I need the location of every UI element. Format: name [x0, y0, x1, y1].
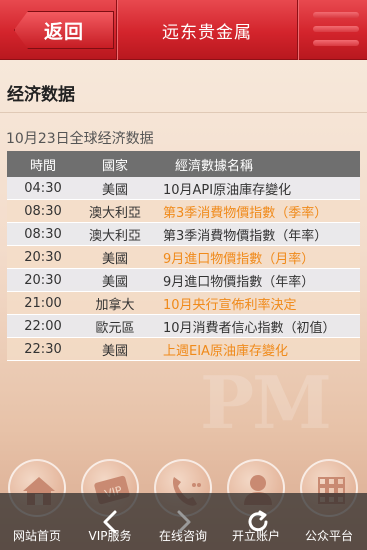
cell-country: 歐元區: [95, 320, 135, 336]
table-header: 時間 國家 經濟數據名稱: [7, 151, 360, 177]
table-row[interactable]: 21:00 加拿大 10月央行宣佈利率決定: [7, 292, 360, 315]
cell-time: 20:30: [24, 249, 62, 265]
menu-button[interactable]: [305, 8, 363, 52]
cell-time: 08:30: [24, 226, 62, 242]
cell-event: 上週EIA原油庫存變化: [163, 343, 288, 359]
page-title: 远东贵金属: [162, 22, 252, 43]
menu-bar: [313, 26, 359, 32]
economic-data-table: 時間 國家 經濟數據名稱 04:30 美國 10月API原油庫存變化 08:30 澳大利…: [7, 151, 360, 361]
refresh-icon[interactable]: [243, 507, 273, 537]
date-heading: 10月23日全球经济数据: [6, 131, 154, 147]
forward-arrow-icon[interactable]: [168, 507, 198, 537]
cell-time: 22:00: [24, 318, 62, 334]
cell-time: 22:30: [24, 341, 62, 357]
cell-event: 10月消費者信心指數（初值）: [163, 320, 336, 336]
cell-event: 10月API原油庫存變化: [163, 182, 292, 198]
table-row[interactable]: 04:30 美國 10月API原油庫存變化: [7, 177, 360, 200]
app-header: 返回 远东贵金属: [0, 0, 367, 60]
cell-country: 澳大利亞: [88, 228, 141, 244]
watermark-logo: PM: [200, 360, 332, 445]
cell-time: 20:30: [24, 272, 62, 288]
cell-country: 加拿大: [95, 297, 135, 313]
cell-event: 10月央行宣佈利率決定: [163, 297, 297, 313]
menu-bar: [313, 12, 359, 18]
cell-country: 美國: [101, 274, 128, 290]
cell-event: 9月進口物價指數（年率）: [163, 274, 315, 290]
nav-label: 网站首页: [12, 529, 61, 543]
header-event: 經濟數據名稱: [175, 158, 254, 174]
table-row[interactable]: 20:30 美國 9月進口物價指數（月率）: [7, 246, 360, 269]
table-row[interactable]: 22:00 歐元區 10月消費者信心指數（初值）: [7, 315, 360, 338]
table-body: 04:30 美國 10月API原油庫存變化 08:30 澳大利亞 第3季消費物價指數（季率…: [7, 177, 360, 361]
cell-event: 第3季消費物價指數（季率）: [163, 205, 328, 221]
cell-event: 第3季消費物價指數（年率）: [163, 228, 328, 244]
back-button[interactable]: 返回: [14, 11, 114, 49]
back-arrow-icon[interactable]: [96, 507, 126, 537]
cell-country: 美國: [101, 343, 128, 359]
cell-country: 美國: [101, 182, 128, 198]
cell-time: 08:30: [24, 203, 62, 219]
table-row[interactable]: 20:30 美國 9月進口物價指數（年率）: [7, 269, 360, 292]
section-divider: [0, 112, 367, 113]
menu-bar: [313, 40, 359, 46]
header-divider: [297, 0, 298, 60]
header-time: 時間: [29, 158, 56, 174]
cell-country: 美國: [101, 251, 128, 267]
table-row[interactable]: 08:30 澳大利亞 第3季消費物價指數（年率）: [7, 223, 360, 246]
cell-country: 澳大利亞: [88, 205, 141, 221]
section-title: 经济数据: [7, 85, 75, 105]
cell-event: 9月進口物價指數（月率）: [163, 251, 315, 267]
nav-label: 公众平台: [304, 529, 353, 543]
header-country: 國家: [101, 158, 128, 174]
cell-time: 04:30: [24, 180, 62, 196]
cell-time: 21:00: [24, 295, 62, 311]
table-row[interactable]: 08:30 澳大利亞 第3季消費物價指數（季率）: [7, 200, 360, 223]
table-row[interactable]: 22:30 美國 上週EIA原油庫存變化: [7, 338, 360, 361]
